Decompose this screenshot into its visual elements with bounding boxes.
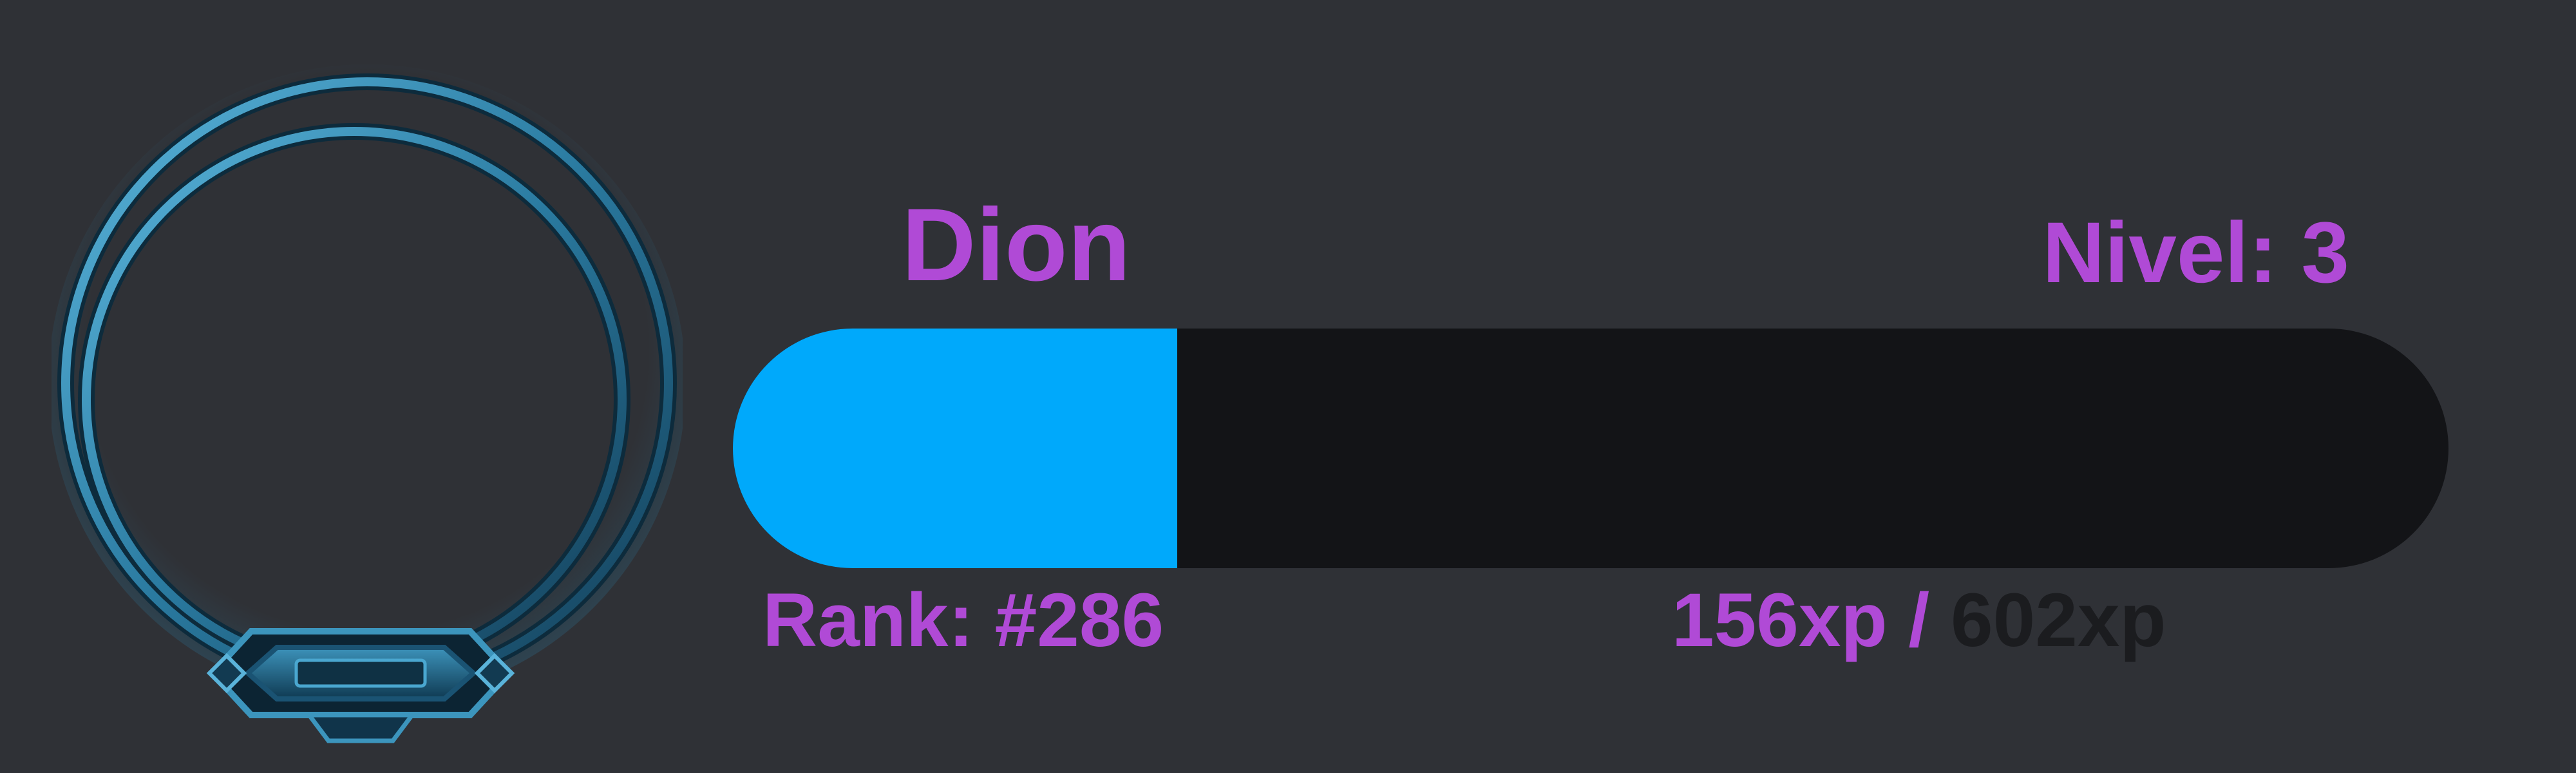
xp-progress-bar	[733, 329, 2448, 568]
xp-readout: 156xp / 602xp	[1672, 582, 2166, 658]
xp-current: 156xp	[1672, 578, 1888, 663]
xp-max: 602xp	[1950, 578, 2166, 663]
xp-progress-fill	[733, 329, 1178, 568]
ring-frame-icon	[52, 64, 683, 743]
xp-separator: /	[1887, 578, 1951, 663]
rank-label: Rank: #286	[762, 578, 1164, 663]
rank-card: Dion Nivel: 3 Rank: #286 156xp / 602xp	[0, 0, 2576, 773]
avatar	[52, 64, 683, 760]
level-label: Nivel: 3	[2042, 205, 2349, 301]
username: Dion	[902, 187, 1131, 302]
